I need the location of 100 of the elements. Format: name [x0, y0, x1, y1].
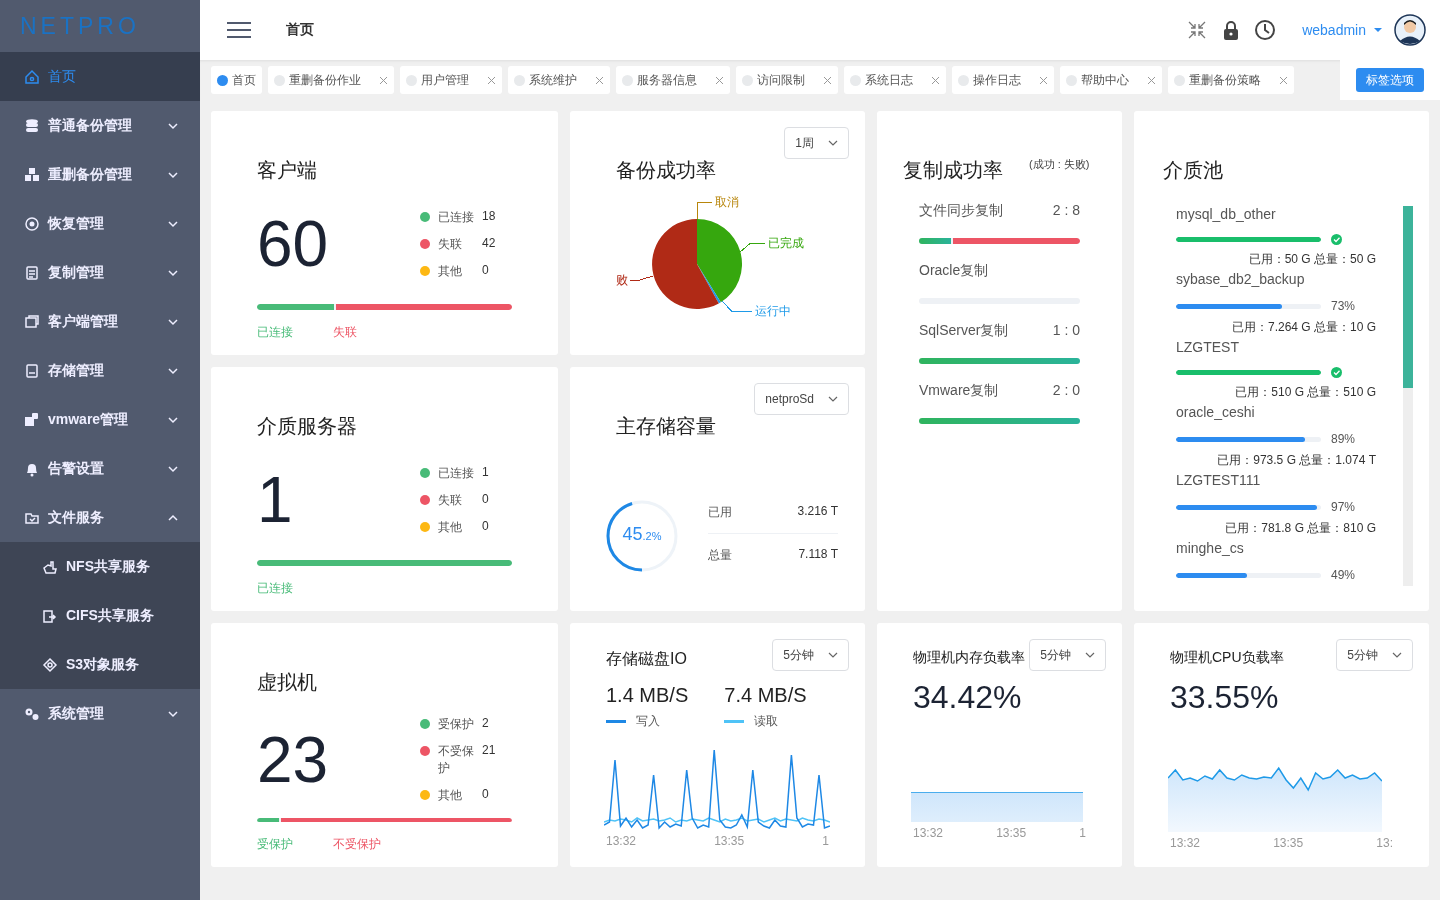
logo: NETPRO [20, 12, 140, 40]
tab[interactable]: 操作日志 [952, 66, 1054, 94]
total-count: 23 [257, 723, 329, 797]
scrollbar[interactable] [1403, 206, 1413, 586]
axis-tick: 13:32 [913, 826, 944, 840]
submenu-item[interactable]: S3对象服务 [0, 640, 200, 689]
axis-tick: 1 [822, 834, 829, 848]
card-title: 物理机CPU负载率 [1170, 649, 1284, 667]
tab[interactable]: 重删备份策略 [1168, 66, 1294, 94]
io-value: 1.4 MB/S [606, 684, 689, 707]
storage-label: 总量 [708, 547, 732, 564]
card-title: 介质服务器 [257, 414, 357, 439]
replication-ratio: 2 : 0 [1052, 382, 1080, 400]
tab[interactable]: 首页 [211, 66, 262, 94]
total-count: 1 [257, 463, 293, 538]
legend-label: 写入 [636, 713, 660, 730]
sidebar-item[interactable]: 普通备份管理 [0, 101, 200, 150]
legend-label: 失联 [438, 491, 463, 509]
storage-value: 3.216 T [797, 504, 838, 520]
server-icon [24, 362, 40, 379]
card-title: 存储磁盘IO [606, 649, 687, 669]
period-dropdown[interactable]: netproSd [754, 383, 849, 415]
slice-label: 运行中 [755, 304, 791, 318]
tab[interactable]: 访问限制 [736, 66, 838, 94]
usage-text: 已用：7.264 G 总量：10 G [1230, 319, 1377, 336]
axis-tick: 13:35 [1273, 836, 1304, 850]
period-dropdown[interactable]: 5分钟 [1029, 639, 1106, 671]
puzzle-icon [24, 411, 40, 428]
pool-name: minghe_cs [1176, 540, 1245, 558]
sidebar-item[interactable]: 重删备份管理 [0, 150, 200, 199]
usage-text: 已用：973.5 G 总量：1.074 T [1216, 452, 1377, 469]
load-value: 33.55% [1170, 679, 1280, 716]
chevron-down-icon [1392, 650, 1402, 660]
cubes-icon [24, 166, 40, 183]
sidebar-item[interactable]: 系统管理 [0, 689, 200, 738]
sidebar-item[interactable]: vmware管理 [0, 395, 200, 444]
card-title: 复制成功率 [903, 158, 1003, 183]
legend-label: 已连接 [438, 208, 474, 226]
legend-value: 21 [482, 743, 496, 757]
caret-icon [1374, 27, 1382, 33]
replication-ratio: 2 : 8 [1052, 202, 1080, 220]
submenu-item[interactable]: CIFS共享服务 [0, 591, 200, 640]
bar-label: 已连接 [257, 580, 293, 597]
storage-value: 7.118 T [798, 547, 838, 563]
tab[interactable]: 用户管理 [400, 66, 502, 94]
share-icon [42, 607, 58, 624]
card-title: 主存储容量 [616, 414, 716, 439]
period-dropdown[interactable]: 5分钟 [772, 639, 849, 671]
database-icon [24, 117, 40, 134]
sidebar-item[interactable]: 文件服务 [0, 493, 200, 542]
submenu-item[interactable]: NFS共享服务 [0, 542, 200, 591]
legend-label: 不受保护 [438, 743, 474, 777]
sidebar-item[interactable]: 恢复管理 [0, 199, 200, 248]
leader-line [739, 243, 766, 253]
percent-label: 49% [1331, 568, 1356, 582]
pool-name: LZGTEST111 [1176, 472, 1262, 490]
tab[interactable]: 帮助中心 [1060, 66, 1162, 94]
card-title: 虚拟机 [257, 670, 317, 695]
axis-tick: 13:35 [996, 826, 1027, 840]
percent-label: 89% [1331, 432, 1356, 446]
tab[interactable]: 服务器信息 [616, 66, 730, 94]
target-icon [24, 215, 40, 232]
pool-name: LZGTEST [1176, 339, 1240, 357]
usage-text: 已用：781.8 G 总量：810 G [1224, 520, 1377, 537]
period-dropdown[interactable]: 5分钟 [1336, 639, 1413, 671]
breadcrumb[interactable]: 首页 [286, 21, 1175, 39]
pool-name: sybase_db2_backup [1176, 271, 1306, 289]
menu-icon [226, 20, 252, 40]
window-icon [24, 313, 40, 330]
tab[interactable]: 系统维护 [508, 66, 610, 94]
bar-label: 已连接 [257, 324, 293, 341]
sidebar-item[interactable]: 告警设置 [0, 444, 200, 493]
percent-label: 97% [1331, 500, 1356, 514]
legend-value: 0 [482, 518, 489, 533]
load-value: 34.42% [913, 679, 1023, 716]
pool-name: mysql_db_other [1176, 206, 1277, 224]
legend-value: 42 [482, 235, 496, 250]
legend-value: 2 [482, 716, 489, 730]
card-title: 备份成功率 [616, 158, 716, 183]
axis-tick: 13:32 [606, 834, 637, 848]
storage-label: 已用 [708, 504, 732, 521]
usage-text: 已用：510 G 总量：510 G [1234, 384, 1377, 401]
sidebar-item[interactable]: 客户端管理 [0, 297, 200, 346]
sidebar-item[interactable]: 存储管理 [0, 346, 200, 395]
home-icon [24, 68, 40, 85]
card-title: 介质池 [1163, 158, 1223, 183]
sidebar-item[interactable]: 复制管理 [0, 248, 200, 297]
document-icon [24, 264, 40, 281]
replication-label: Vmware复制 [919, 382, 999, 400]
tab[interactable]: 重删备份作业 [268, 66, 394, 94]
period-dropdown[interactable]: 1周 [784, 127, 849, 159]
replication-label: 文件同步复制 [919, 202, 1003, 220]
chevron-down-icon [1085, 650, 1095, 660]
total-count: 60 [257, 207, 329, 282]
card-subtitle: (成功 : 失败) [1029, 157, 1090, 172]
legend-label: 已连接 [438, 464, 474, 482]
bar-label: 受保护 [257, 836, 293, 853]
tab[interactable]: 系统日志 [844, 66, 946, 94]
legend-value: 0 [482, 262, 489, 277]
hand-icon [42, 558, 58, 575]
